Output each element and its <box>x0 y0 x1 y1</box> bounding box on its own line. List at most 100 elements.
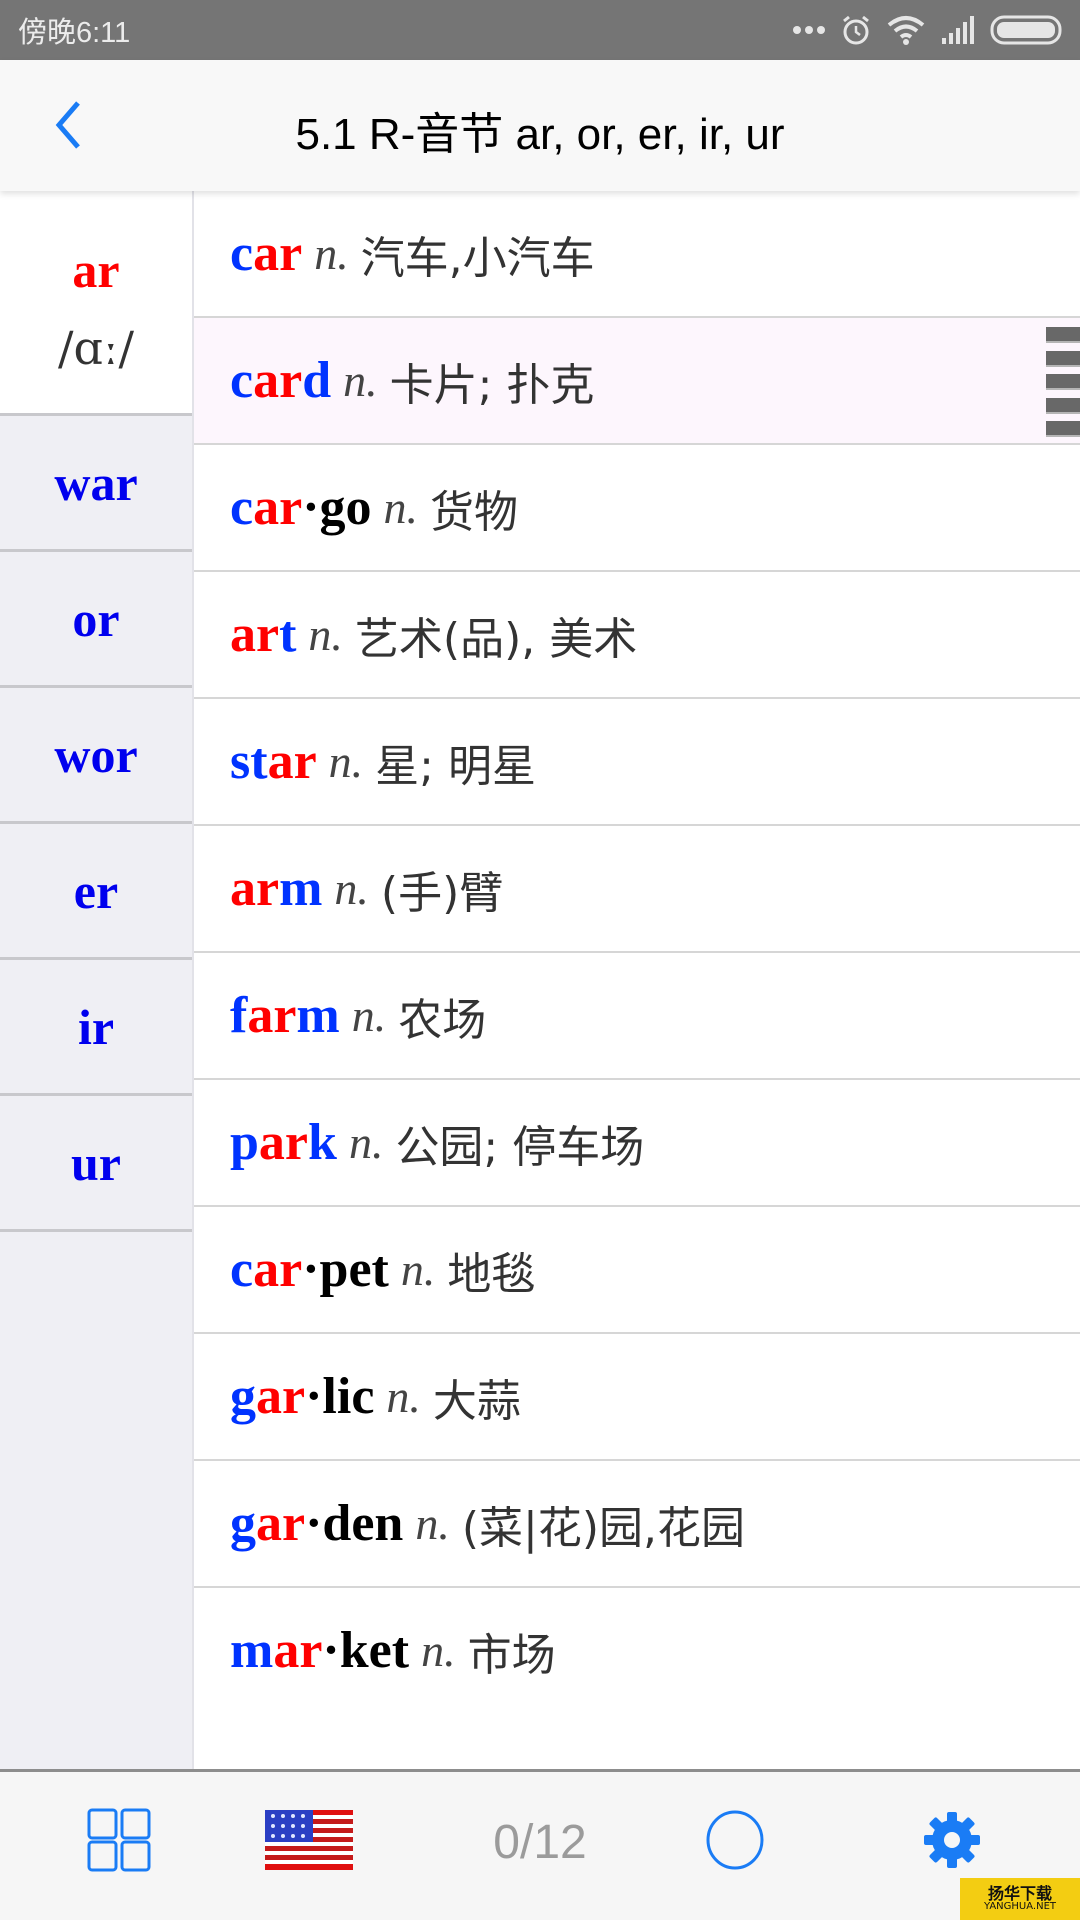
word-row[interactable]: gar·den n. (菜|花)园,花园 <box>194 1461 1080 1588</box>
word-meaning: 市场 <box>467 1629 556 1681</box>
sidebar-item-label: ir <box>77 998 115 1055</box>
sidebar: ar /ɑː/ war or wor er ir ur <box>0 191 194 1769</box>
word-meaning: 汽车,小汽车 <box>360 232 595 284</box>
word-part: st <box>230 733 268 790</box>
status-bar: 傍晚6:11 <box>0 0 1080 60</box>
drag-handle-bar <box>1046 374 1080 390</box>
word-meaning: (手)臂 <box>380 867 504 919</box>
word-row[interactable]: card n. 卡片; 扑克 <box>194 318 1080 445</box>
sidebar-item-ar[interactable]: ar /ɑː/ <box>0 191 192 416</box>
word-row[interactable]: car·pet n. 地毯 <box>194 1207 1080 1334</box>
watermark-subtitle: YANGHUA.NET <box>984 1901 1056 1912</box>
word-meaning: 艺术(品), 美术 <box>354 613 638 665</box>
settings-button[interactable] <box>922 1810 982 1874</box>
word-part-highlight: ar <box>253 1241 303 1298</box>
part-of-speech: n. <box>386 1371 421 1422</box>
sidebar-item-ur[interactable]: ur <box>0 1096 192 1232</box>
word-text: car <box>230 224 302 283</box>
word-row[interactable]: arm n. (手)臂 <box>194 826 1080 953</box>
word-part-highlight: ar <box>230 860 280 917</box>
word-text: gar·lic <box>230 1367 374 1426</box>
word-part: ·go <box>302 479 372 536</box>
word-part: t <box>279 606 297 663</box>
phonetic-label: /ɑː/ <box>58 321 134 375</box>
word-meaning: 公园; 停车场 <box>395 1121 645 1173</box>
word-part: c <box>230 479 254 536</box>
word-text: car·go <box>230 478 372 537</box>
grid-button[interactable] <box>86 1808 152 1874</box>
word-row[interactable]: art n. 艺术(品), 美术 <box>194 572 1080 699</box>
word-part-highlight: ar <box>253 225 303 282</box>
drag-handle-bar <box>1046 421 1080 437</box>
word-part-highlight: ar <box>273 1622 323 1679</box>
word-text: farm <box>230 986 340 1045</box>
word-meaning: 大蒜 <box>432 1375 521 1427</box>
counter-text: 0/12 <box>493 1815 587 1869</box>
part-of-speech: n. <box>400 1244 436 1295</box>
gear-icon <box>923 1811 981 1873</box>
sidebar-item-label: or <box>72 590 120 647</box>
word-part: ·pet <box>302 1241 389 1298</box>
word-part-highlight: ar <box>256 1495 306 1552</box>
word-row[interactable]: farm n. 农场 <box>194 953 1080 1080</box>
sidebar-item-label: war <box>54 454 138 511</box>
word-part: m <box>296 987 340 1044</box>
word-part: c <box>230 1241 254 1298</box>
record-button[interactable] <box>704 1810 766 1874</box>
word-part-highlight: ar <box>267 733 317 790</box>
part-of-speech: n. <box>343 355 378 406</box>
word-part: m <box>230 1622 274 1679</box>
word-part: g <box>230 1495 256 1552</box>
battery-icon <box>990 15 1062 45</box>
word-part-highlight: ar <box>230 606 280 663</box>
word-row[interactable]: gar·lic n. 大蒜 <box>194 1334 1080 1461</box>
word-row[interactable]: park n. 公园; 停车场 <box>194 1080 1080 1207</box>
word-part-highlight: ar <box>247 987 297 1044</box>
word-meaning: 星; 明星 <box>375 740 536 792</box>
word-part: c <box>230 225 254 282</box>
word-text: arm <box>230 859 322 918</box>
word-row[interactable]: car·go n. 货物 <box>194 445 1080 572</box>
part-of-speech: n. <box>314 228 349 279</box>
word-meaning: 卡片; 扑克 <box>389 359 595 411</box>
sidebar-item-war[interactable]: war <box>0 416 192 552</box>
word-row[interactable]: mar·ket n. 市场 <box>194 1588 1080 1713</box>
sidebar-item-er[interactable]: er <box>0 824 192 960</box>
word-row[interactable]: star n. 星; 明星 <box>194 699 1080 826</box>
bottom-toolbar: 0/12 扬华下载 YANGHUA.NET <box>0 1769 1080 1920</box>
part-of-speech: n. <box>328 736 364 787</box>
status-icons <box>792 14 1062 46</box>
part-of-speech: n. <box>421 1625 456 1676</box>
part-of-speech: n. <box>415 1498 450 1549</box>
word-row[interactable]: car n. 汽车,小汽车 <box>194 191 1080 318</box>
wifi-icon <box>886 14 926 46</box>
word-text: gar·den <box>230 1494 403 1553</box>
word-text: mar·ket <box>230 1621 409 1680</box>
word-meaning: (菜|花)园,花园 <box>461 1502 746 1554</box>
alarm-icon <box>840 14 872 46</box>
word-meaning: 地毯 <box>447 1248 536 1300</box>
word-part: c <box>230 352 254 409</box>
sidebar-item-ir[interactable]: ir <box>0 960 192 1096</box>
drag-handle-icon[interactable] <box>1046 327 1080 437</box>
word-part: g <box>230 1368 256 1425</box>
more-dots-icon <box>792 25 826 35</box>
us-flag-icon <box>265 1810 353 1874</box>
watermark-title: 扬华下载 <box>987 1884 1052 1903</box>
part-of-speech: n. <box>348 1117 384 1168</box>
sidebar-item-label: er <box>73 862 119 919</box>
nav-bar: 5.1 R-音节 ar, or, er, ir, ur <box>0 60 1080 191</box>
sidebar-item-or[interactable]: or <box>0 552 192 688</box>
accent-toggle-button[interactable] <box>265 1810 353 1874</box>
word-text: art <box>230 605 296 664</box>
watermark-logo: 扬华下载 YANGHUA.NET <box>960 1878 1080 1920</box>
word-part-highlight: ar <box>253 479 303 536</box>
word-list: car n. 汽车,小汽车 card n. 卡片; 扑克 car·go n. 货物 art n. 艺术… <box>194 191 1080 1769</box>
drag-handle-bar <box>1046 397 1080 414</box>
part-of-speech: n. <box>334 863 369 914</box>
circle-icon <box>704 1809 766 1875</box>
drag-handle-bar <box>1046 350 1080 367</box>
part-of-speech: n. <box>308 609 343 660</box>
sidebar-item-wor[interactable]: wor <box>0 688 192 824</box>
word-text: star <box>230 732 317 791</box>
